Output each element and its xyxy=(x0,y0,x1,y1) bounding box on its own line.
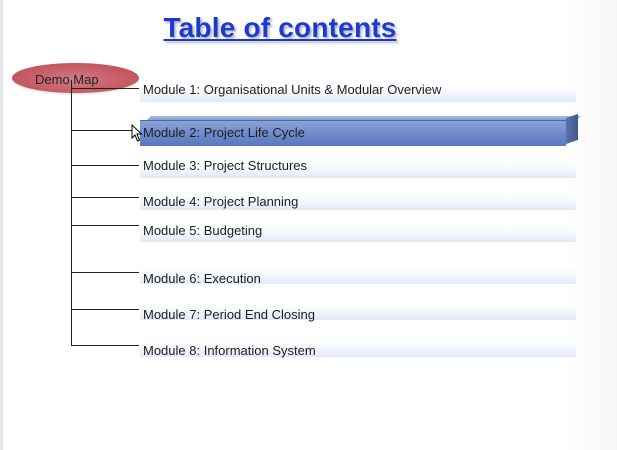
module-3-label[interactable]: Module 3: Project Structures xyxy=(143,158,307,173)
mouse-pointer-icon xyxy=(131,124,143,142)
connector-branch xyxy=(71,88,139,89)
root-node-label: Demo Map xyxy=(35,72,99,87)
module-2-label[interactable]: Module 2: Project Life Cycle xyxy=(143,125,305,140)
page-title: Table of contents xyxy=(163,12,397,43)
module-8-label[interactable]: Module 8: Information System xyxy=(143,343,316,358)
connector-branch xyxy=(71,225,139,226)
connector-branch xyxy=(71,272,139,273)
connector-branch xyxy=(71,309,139,310)
connector-branch xyxy=(71,165,139,166)
connector-branch xyxy=(71,130,133,131)
frame-right-edge xyxy=(567,0,617,450)
module-4-label[interactable]: Module 4: Project Planning xyxy=(143,194,298,209)
module-2-bar-side xyxy=(566,113,578,145)
module-6-label[interactable]: Module 6: Execution xyxy=(143,271,261,286)
connector-branch xyxy=(71,345,139,346)
module-5-label[interactable]: Module 5: Budgeting xyxy=(143,223,262,238)
module-1-label[interactable]: Module 1: Organisational Units & Modular… xyxy=(143,82,441,97)
frame-left-edge xyxy=(0,0,3,450)
connector-branch xyxy=(71,197,139,198)
connector-trunk xyxy=(71,80,72,346)
module-7-label[interactable]: Module 7: Period End Closing xyxy=(143,307,315,322)
